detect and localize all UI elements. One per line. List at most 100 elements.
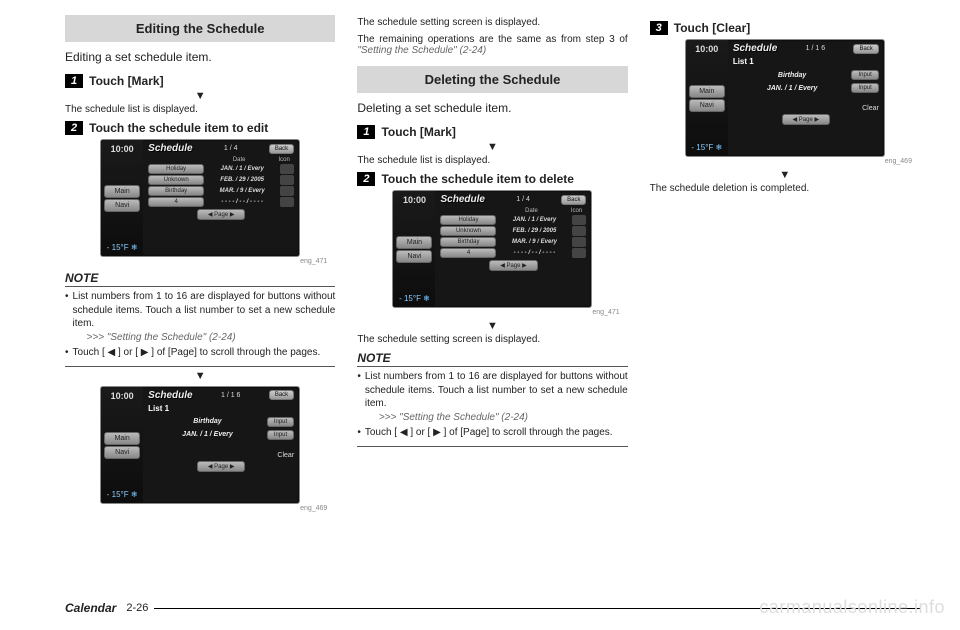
main-button[interactable]: Main [689, 85, 725, 98]
page-button[interactable]: ◀ Page ▶ [489, 260, 538, 271]
navi-button[interactable]: Navi [104, 199, 140, 212]
column-1: Editing the Schedule Editing a set sched… [65, 15, 335, 516]
list-item[interactable]: Birthday [148, 186, 204, 196]
clock: 10:00 [689, 44, 725, 54]
figure-caption: eng_471 [65, 258, 327, 265]
note-list: List numbers from 1 to 16 are displayed … [357, 370, 627, 447]
screen-title: Schedule [733, 43, 777, 54]
entry-icon [280, 175, 294, 185]
list-item[interactable]: Holiday [148, 164, 204, 174]
date-value: FEB. / 29 / 2005 [208, 177, 276, 183]
column-2: The schedule setting screen is displayed… [357, 15, 627, 516]
page-button[interactable]: ◀ Page ▶ [197, 209, 246, 220]
note-list: List numbers from 1 to 16 are displayed … [65, 290, 335, 367]
step-label: Touch [Mark] [381, 125, 455, 139]
note-ref: >>> "Setting the Schedule" (2-24) [379, 412, 528, 423]
list-item[interactable]: Unknown [440, 226, 496, 236]
step-number: 1 [357, 125, 375, 139]
page-indicator: 1 / 1 6 [221, 392, 240, 399]
note-text: List numbers from 1 to 16 are displayed … [365, 371, 628, 409]
back-button[interactable]: Back [561, 195, 586, 205]
entry-icon [572, 215, 586, 225]
step-2: 2 Touch the schedule item to delete [357, 172, 627, 186]
footer-section: Calendar [65, 601, 116, 615]
watermark: carmanualsonline.info [759, 597, 945, 618]
step-label: Touch [Clear] [674, 21, 750, 35]
screenshot-schedule-detail: 10:00 Main Navi - 15°F ❄ Schedule 1 / 1 … [100, 386, 300, 504]
section-title-editing: Editing the Schedule [65, 15, 335, 42]
back-button[interactable]: Back [269, 144, 294, 154]
detail-date: JAN. / 1 / Every [733, 85, 852, 92]
date-value: JAN. / 1 / Every [500, 217, 568, 223]
step-result: The schedule list is displayed. [357, 155, 627, 166]
step-number: 1 [65, 74, 83, 88]
detail-date: JAN. / 1 / Every [148, 431, 267, 438]
col-icon: Icon [566, 208, 586, 214]
page-button[interactable]: ◀ Page ▶ [197, 461, 246, 472]
input-button[interactable]: Input [267, 430, 294, 440]
main-button[interactable]: Main [104, 185, 140, 198]
navi-button[interactable]: Navi [104, 446, 140, 459]
date-value: - - - - / - - / - - - - [500, 250, 568, 256]
note-text: Touch [ ◀ ] or [ ▶ ] of [Page] to scroll… [73, 346, 321, 360]
input-button[interactable]: Input [851, 70, 878, 80]
step-result: The schedule deletion is completed. [650, 183, 920, 194]
date-value: MAR. / 9 / Every [208, 188, 276, 194]
input-button[interactable]: Input [851, 83, 878, 93]
navi-button[interactable]: Navi [396, 250, 432, 263]
column-3: 3 Touch [Clear] 10:00 Main Navi - 15°F ❄… [650, 15, 920, 516]
list-item[interactable]: Holiday [440, 215, 496, 225]
entry-icon [572, 237, 586, 247]
col-icon: Icon [274, 157, 294, 163]
step-3: 3 Touch [Clear] [650, 21, 920, 35]
detail-name: Birthday [733, 72, 852, 79]
list-item[interactable]: 4 [440, 248, 496, 258]
step-number: 2 [65, 121, 83, 135]
temperature: - 15°F ❄ [104, 490, 140, 499]
date-value: FEB. / 29 / 2005 [500, 228, 568, 234]
input-button[interactable]: Input [267, 417, 294, 427]
page-indicator: 1 / 4 [224, 145, 238, 152]
screen-title: Schedule [148, 390, 192, 401]
back-button[interactable]: Back [269, 390, 294, 400]
list-item[interactable]: Birthday [440, 237, 496, 247]
clock: 10:00 [104, 144, 140, 154]
step-result: The schedule list is displayed. [65, 104, 335, 115]
footer-page-number: 2-26 [126, 602, 148, 614]
figure-caption: eng_471 [357, 309, 619, 316]
clear-button[interactable]: Clear [277, 452, 294, 459]
list-item[interactable]: Unknown [148, 175, 204, 185]
detail-name: Birthday [148, 418, 267, 425]
main-button[interactable]: Main [104, 432, 140, 445]
note-heading: NOTE [65, 271, 335, 287]
col-date: Date [500, 208, 562, 214]
page-button[interactable]: ◀ Page ▶ [782, 114, 831, 125]
navi-button[interactable]: Navi [689, 99, 725, 112]
down-triangle-icon: ▼ [650, 169, 920, 181]
step-label: Touch [Mark] [89, 74, 163, 88]
entry-icon [572, 248, 586, 258]
down-triangle-icon: ▼ [357, 141, 627, 153]
note-text: Touch [ ◀ ] or [ ▶ ] of [Page] to scroll… [365, 426, 613, 440]
step-label: Touch the schedule item to delete [381, 172, 573, 186]
list-item[interactable]: 4 [148, 197, 204, 207]
clock: 10:00 [396, 195, 432, 205]
continuation-text: The remaining operations are the same as… [357, 34, 627, 56]
intro-text: Deleting a set schedule item. [357, 101, 627, 115]
main-button[interactable]: Main [396, 236, 432, 249]
date-value: JAN. / 1 / Every [208, 166, 276, 172]
figure-caption: eng_469 [650, 158, 912, 165]
intro-text: Editing a set schedule item. [65, 50, 335, 64]
temperature: - 15°F ❄ [104, 243, 140, 252]
down-triangle-icon: ▼ [65, 370, 335, 382]
screenshot-schedule-detail: 10:00 Main Navi - 15°F ❄ Schedule 1 / 1 … [685, 39, 885, 157]
step-number: 2 [357, 172, 375, 186]
date-value: MAR. / 9 / Every [500, 239, 568, 245]
clear-button[interactable]: Clear [862, 105, 879, 112]
clock: 10:00 [104, 391, 140, 401]
step-number: 3 [650, 21, 668, 35]
entry-icon [572, 226, 586, 236]
continuation-text: The schedule setting screen is displayed… [357, 17, 627, 28]
back-button[interactable]: Back [853, 44, 878, 54]
col-date: Date [208, 157, 270, 163]
